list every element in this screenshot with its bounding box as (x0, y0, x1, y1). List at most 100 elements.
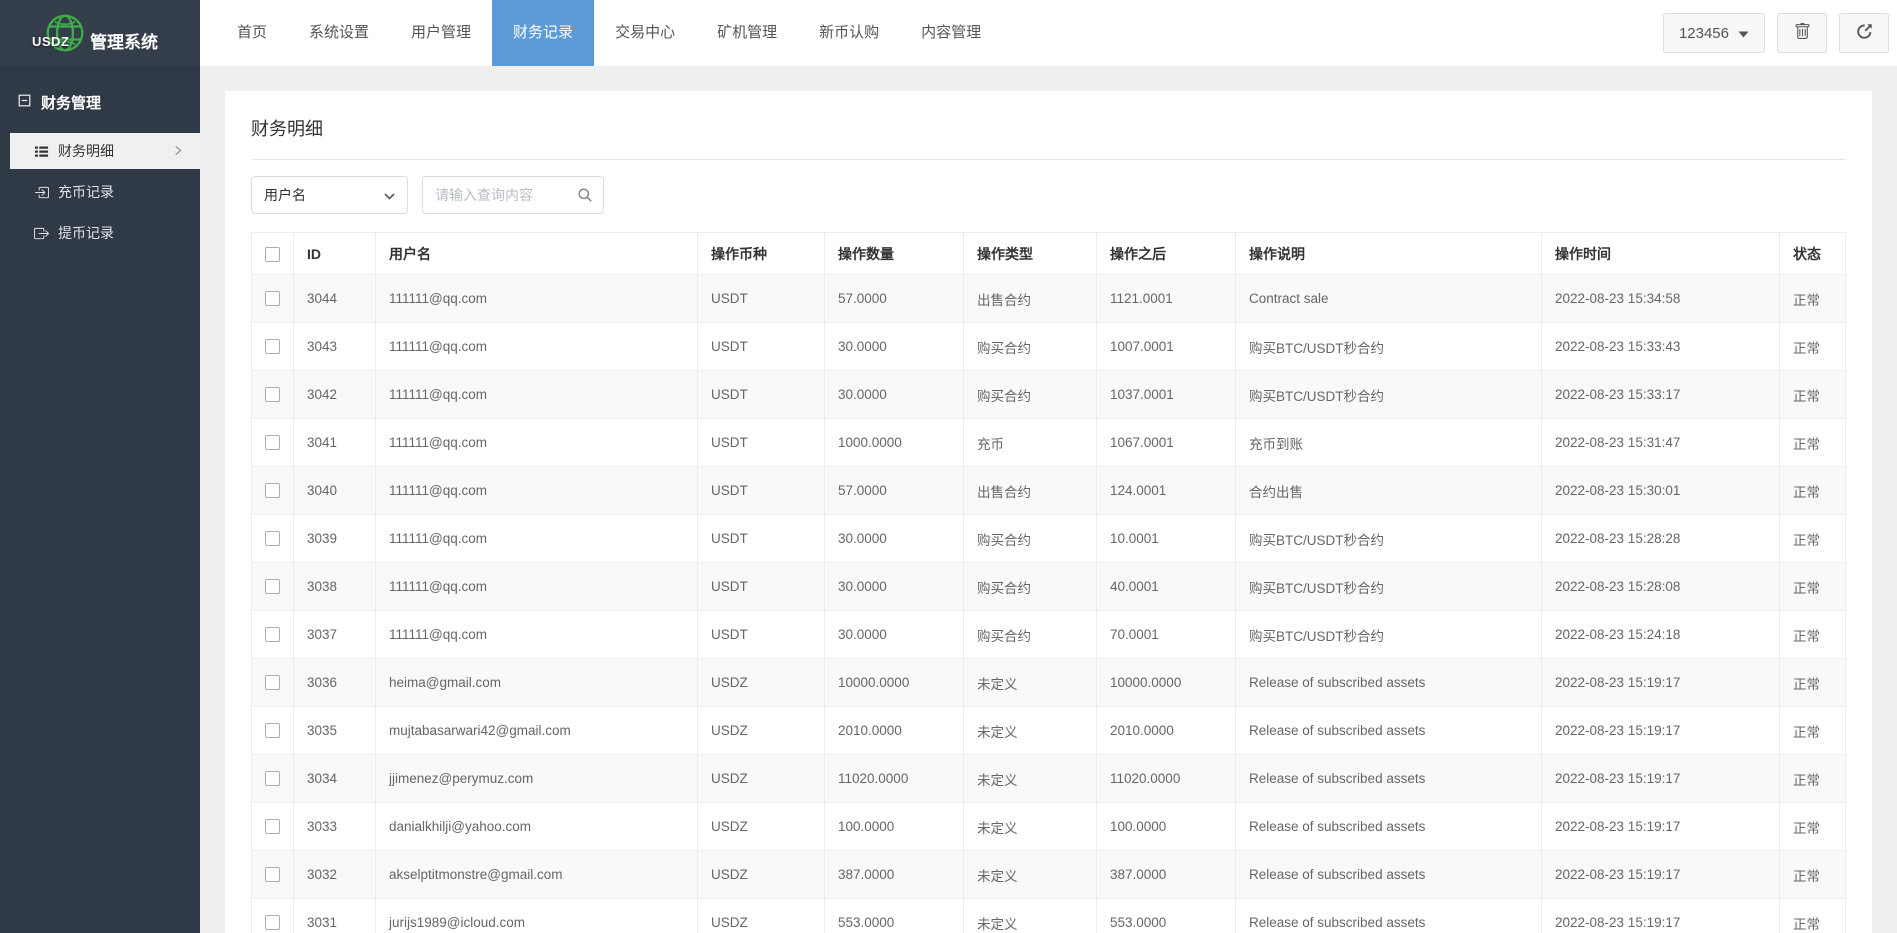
cell-id: 3034 (294, 755, 376, 803)
cell-id: 3042 (294, 371, 376, 419)
cell-coin: USDT (698, 419, 825, 467)
cell-amount: 553.0000 (825, 899, 964, 933)
table-row: 3036 heima@gmail.com USDZ 10000.0000 未定义… (252, 659, 1846, 707)
cell-after: 2010.0000 (1097, 707, 1236, 755)
app-title: 管理系统 (90, 28, 158, 53)
cell-type: 未定义 (964, 899, 1097, 933)
col-header-time: 操作时间 (1542, 233, 1780, 275)
nav-tab-new-coin-subscription[interactable]: 新币认购 (798, 0, 900, 66)
row-select-cell (252, 275, 294, 323)
row-checkbox[interactable] (265, 435, 280, 450)
cell-coin: USDZ (698, 755, 825, 803)
cell-status: 正常 (1780, 851, 1846, 899)
search-icon[interactable] (577, 187, 593, 203)
trash-button[interactable] (1777, 13, 1827, 53)
row-checkbox[interactable] (265, 579, 280, 594)
cell-id: 3041 (294, 419, 376, 467)
cell-username: jurijs1989@icloud.com (376, 899, 698, 933)
cell-status: 正常 (1780, 899, 1846, 933)
nav-tab-finance-records[interactable]: 财务记录 (492, 0, 594, 66)
cell-amount: 30.0000 (825, 515, 964, 563)
cell-status: 正常 (1780, 323, 1846, 371)
sidebar-item-withdraw-records[interactable]: 提币记录 (10, 215, 200, 251)
cell-status: 正常 (1780, 419, 1846, 467)
cell-coin: USDT (698, 371, 825, 419)
row-checkbox[interactable] (265, 627, 280, 642)
cell-time: 2022-08-23 15:19:17 (1542, 707, 1780, 755)
chevron-right-icon (172, 144, 184, 160)
cell-username: akselptitmonstre@gmail.com (376, 851, 698, 899)
cell-status: 正常 (1780, 803, 1846, 851)
row-checkbox[interactable] (265, 915, 280, 930)
nav-tab-user-management[interactable]: 用户管理 (390, 0, 492, 66)
cell-id: 3035 (294, 707, 376, 755)
user-menu-label: 123456 (1679, 25, 1729, 42)
row-checkbox[interactable] (265, 675, 280, 690)
cell-status: 正常 (1780, 563, 1846, 611)
cell-time: 2022-08-23 15:19:17 (1542, 851, 1780, 899)
table-body: 3044 111111@qq.com USDT 57.0000 出售合约 112… (252, 275, 1846, 933)
table-row: 3042 111111@qq.com USDT 30.0000 购买合约 103… (252, 371, 1846, 419)
cell-coin: USDT (698, 563, 825, 611)
minus-square-icon (18, 94, 31, 111)
row-select-cell (252, 419, 294, 467)
sidebar-section-finance[interactable]: 财务管理 (0, 66, 200, 133)
row-checkbox[interactable] (265, 819, 280, 834)
row-checkbox[interactable] (265, 723, 280, 738)
table-row: 3034 jjimenez@perymuz.com USDZ 11020.000… (252, 755, 1846, 803)
cell-status: 正常 (1780, 659, 1846, 707)
cell-username: 111111@qq.com (376, 419, 698, 467)
cell-amount: 387.0000 (825, 851, 964, 899)
row-select-cell (252, 467, 294, 515)
row-select-cell (252, 755, 294, 803)
table-header-row: ID用户名操作币种操作数量操作类型操作之后操作说明操作时间状态 (252, 233, 1846, 275)
row-checkbox[interactable] (265, 771, 280, 786)
brand-text: USDZ (32, 34, 69, 49)
nav-tab-home[interactable]: 首页 (216, 0, 288, 66)
row-checkbox[interactable] (265, 531, 280, 546)
cell-username: danialkhilji@yahoo.com (376, 803, 698, 851)
row-select-cell (252, 851, 294, 899)
search-input[interactable] (435, 187, 571, 203)
row-checkbox[interactable] (265, 483, 280, 498)
row-checkbox[interactable] (265, 867, 280, 882)
app-logo: USDZ 管理系统 (0, 0, 200, 66)
main-content: 财务明细 用户名 (200, 66, 1897, 933)
sidebar-item-deposit-records[interactable]: 充币记录 (10, 174, 200, 210)
table-row: 3037 111111@qq.com USDT 30.0000 购买合约 70.… (252, 611, 1846, 659)
row-checkbox[interactable] (265, 291, 280, 306)
cell-description: Release of subscribed assets (1236, 659, 1542, 707)
table-row: 3040 111111@qq.com USDT 57.0000 出售合约 124… (252, 467, 1846, 515)
cell-id: 3040 (294, 467, 376, 515)
cell-time: 2022-08-23 15:24:18 (1542, 611, 1780, 659)
export-button[interactable] (1839, 13, 1889, 53)
col-header-status: 状态 (1780, 233, 1846, 275)
cell-username: 111111@qq.com (376, 467, 698, 515)
sidebar-item-finance-detail[interactable]: 财务明细 (10, 133, 200, 169)
field-select[interactable]: 用户名 (251, 176, 408, 214)
cell-type: 购买合约 (964, 323, 1097, 371)
nav-tab-mining-management[interactable]: 矿机管理 (696, 0, 798, 66)
table-row: 3039 111111@qq.com USDT 30.0000 购买合约 10.… (252, 515, 1846, 563)
select-all-checkbox[interactable] (265, 247, 280, 262)
cell-amount: 57.0000 (825, 467, 964, 515)
cell-time: 2022-08-23 15:19:17 (1542, 899, 1780, 933)
sidebar-item-label: 财务明细 (58, 141, 114, 161)
cell-description: Contract sale (1236, 275, 1542, 323)
cell-id: 3031 (294, 899, 376, 933)
user-menu-button[interactable]: 123456 (1663, 13, 1765, 53)
cell-after: 11020.0000 (1097, 755, 1236, 803)
row-checkbox[interactable] (265, 339, 280, 354)
nav-tab-content-management[interactable]: 内容管理 (900, 0, 1002, 66)
cell-coin: USDZ (698, 803, 825, 851)
search-box (422, 176, 604, 214)
cell-amount: 10000.0000 (825, 659, 964, 707)
cell-coin: USDZ (698, 659, 825, 707)
cell-description: 购买BTC/USDT秒合约 (1236, 611, 1542, 659)
nav-tab-system-settings[interactable]: 系统设置 (288, 0, 390, 66)
row-checkbox[interactable] (265, 387, 280, 402)
cell-username: mujtabasarwari42@gmail.com (376, 707, 698, 755)
cell-amount: 30.0000 (825, 323, 964, 371)
cell-type: 购买合约 (964, 515, 1097, 563)
nav-tab-trade-center[interactable]: 交易中心 (594, 0, 696, 66)
